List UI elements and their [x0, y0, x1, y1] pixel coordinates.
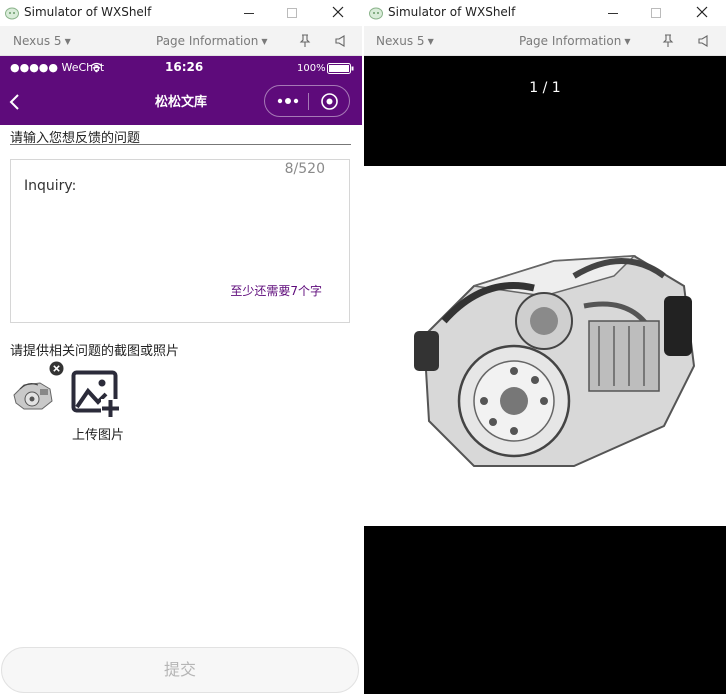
exit-circle-icon[interactable] [320, 92, 339, 111]
chevron-down-icon: ▼ [427, 37, 434, 46]
uploaded-thumbnail[interactable] [10, 361, 64, 420]
phone-status-bar: ●●●●● WeChat 16:26 100% [0, 56, 362, 80]
preview-image[interactable] [364, 166, 726, 526]
simulator-toolbar: Nexus 5 ▼ Page Information ▼ [364, 26, 726, 56]
image-preview-viewer[interactable]: 1 / 1 [364, 56, 726, 694]
maximize-icon[interactable] [646, 4, 666, 22]
speaker-icon[interactable] [697, 34, 711, 48]
phone-nav-bar: 松松文库 [0, 80, 362, 125]
wifi-icon [90, 62, 103, 73]
min-length-hint: 至少还需要7个字 [230, 284, 322, 298]
chevron-down-icon: ▼ [624, 37, 631, 46]
close-icon[interactable] [328, 4, 348, 22]
page-info-selector[interactable]: Page Information ▼ [519, 34, 630, 48]
feedback-form: 请输入您想反馈的问题 8/520 Inquiry: 至少还需要7个字 请提供相关… [0, 125, 362, 694]
chevron-down-icon: ▼ [261, 37, 268, 46]
device-label: Nexus 5 [13, 34, 62, 48]
minimize-icon[interactable] [239, 4, 259, 22]
close-icon[interactable] [692, 4, 712, 22]
maximize-icon[interactable] [282, 4, 302, 22]
device-label: Nexus 5 [376, 34, 425, 48]
label-underline [10, 144, 351, 145]
battery-icon [327, 63, 354, 74]
photo-label: 请提供相关问题的截图或照片 [10, 344, 180, 359]
app-icon [369, 7, 383, 20]
app-icon [5, 7, 19, 20]
device-selector[interactable]: Nexus 5 ▼ [13, 34, 71, 48]
upload-label: 上传图片 [72, 428, 125, 443]
window-title: Simulator of WXShelf [388, 5, 516, 19]
speaker-icon[interactable] [334, 34, 348, 48]
window-titlebar: Simulator of WXShelf [364, 0, 726, 26]
page-info-selector[interactable]: Page Information ▼ [156, 34, 267, 48]
capsule-divider [308, 93, 309, 110]
battery-percent: 100% [297, 63, 326, 74]
image-counter: 1 / 1 [529, 80, 561, 96]
engine-thumbnail-image [13, 382, 53, 410]
upload-image-button[interactable]: 上传图片 [70, 370, 130, 443]
page-info-label: Page Information [519, 34, 622, 48]
window-title: Simulator of WXShelf [24, 5, 152, 19]
remove-icon[interactable] [49, 361, 64, 376]
simulator-window-left: Simulator of WXShelf Nexus 5 ▼ Page Infor… [0, 0, 362, 694]
capsule-menu [264, 85, 350, 117]
page-info-label: Page Information [156, 34, 259, 48]
minimize-icon[interactable] [603, 4, 623, 22]
submit-button[interactable]: 提交 [1, 647, 359, 693]
simulator-window-right: Simulator of WXShelf Nexus 5 ▼ Page Infor… [364, 0, 726, 694]
status-time: 16:26 [165, 60, 204, 74]
device-selector[interactable]: Nexus 5 ▼ [376, 34, 434, 48]
char-counter: 8/520 [284, 161, 325, 177]
pin-icon[interactable] [298, 34, 312, 48]
simulator-toolbar: Nexus 5 ▼ Page Information ▼ [0, 26, 362, 56]
window-titlebar: Simulator of WXShelf [0, 0, 362, 26]
engine-image [414, 254, 696, 467]
feedback-textarea[interactable]: 8/520 Inquiry: 至少还需要7个字 [10, 159, 350, 323]
more-dots-icon[interactable] [277, 96, 299, 106]
pin-icon[interactable] [661, 34, 675, 48]
add-image-icon [71, 370, 120, 418]
chevron-down-icon: ▼ [64, 37, 71, 46]
textarea-value: Inquiry: [24, 178, 77, 194]
